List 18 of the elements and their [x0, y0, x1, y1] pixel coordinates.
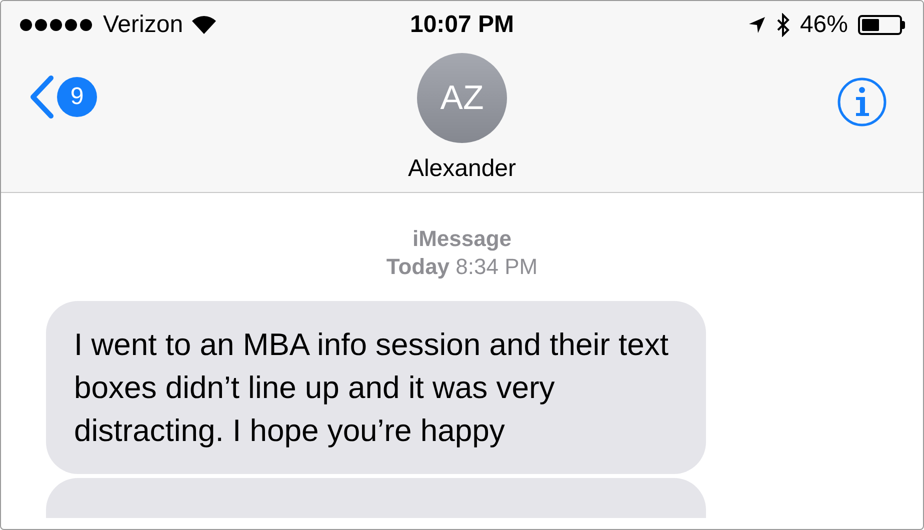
- wifi-icon: [191, 15, 218, 35]
- message-bubble: I went to an MBA info session and their text boxes didn’t line up and it was very distracting. I hope you’re happy: [46, 301, 706, 474]
- chevron-left-icon: [29, 75, 55, 119]
- clock-time: 10:07 PM: [410, 10, 514, 40]
- bluetooth-icon: [776, 13, 790, 37]
- unread-count-badge: 9: [57, 77, 97, 117]
- battery-percentage: 46%: [800, 10, 848, 40]
- info-button[interactable]: [837, 77, 887, 127]
- contact-name: Alexander: [408, 154, 516, 184]
- carrier-name: Verizon: [103, 10, 184, 40]
- battery-icon: [858, 15, 905, 35]
- info-icon: [837, 77, 887, 127]
- contact-avatar: AZ: [417, 53, 507, 143]
- back-button[interactable]: 9: [29, 75, 97, 119]
- location-arrow-icon: [748, 16, 766, 34]
- message-timestamp: Today 8:34 PM: [386, 253, 538, 281]
- service-label: iMessage: [412, 225, 512, 253]
- signal-icon: [19, 18, 95, 32]
